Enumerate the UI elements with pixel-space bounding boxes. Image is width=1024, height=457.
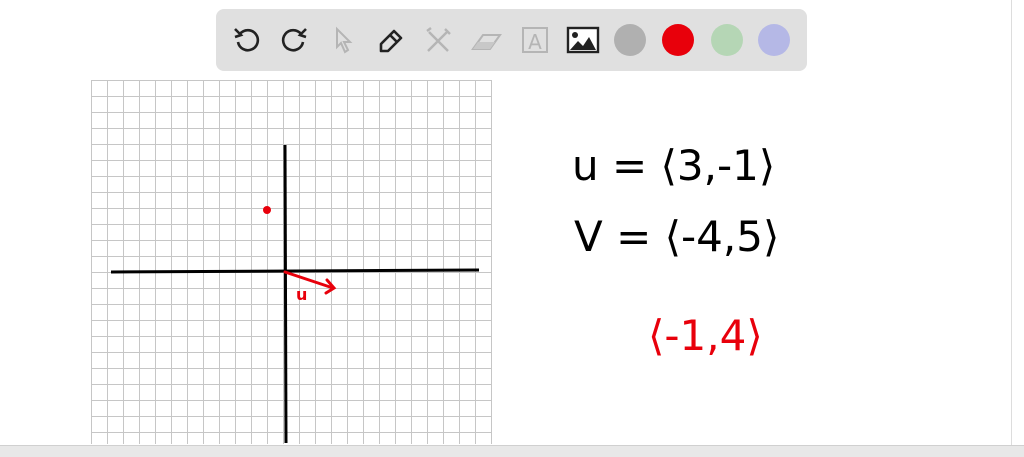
whiteboard-canvas[interactable]: u u = ⟨3,-1⟩ V = ⟨-4,5⟩ ⟨-1,4⟩: [0, 0, 1024, 456]
vector-u-label: u: [296, 285, 307, 304]
horizontal-scrollbar[interactable]: [0, 445, 1024, 457]
canvas-right-edge: [1011, 0, 1012, 445]
y-axis: [283, 144, 288, 444]
red-point: [263, 206, 271, 214]
vector-u-arrow: [283, 270, 337, 295]
equation-v: V = ⟨-4,5⟩: [574, 212, 779, 261]
equation-u: u = ⟨3,-1⟩: [572, 141, 775, 190]
x-axis: [110, 268, 480, 274]
equation-result: ⟨-1,4⟩: [648, 311, 763, 360]
